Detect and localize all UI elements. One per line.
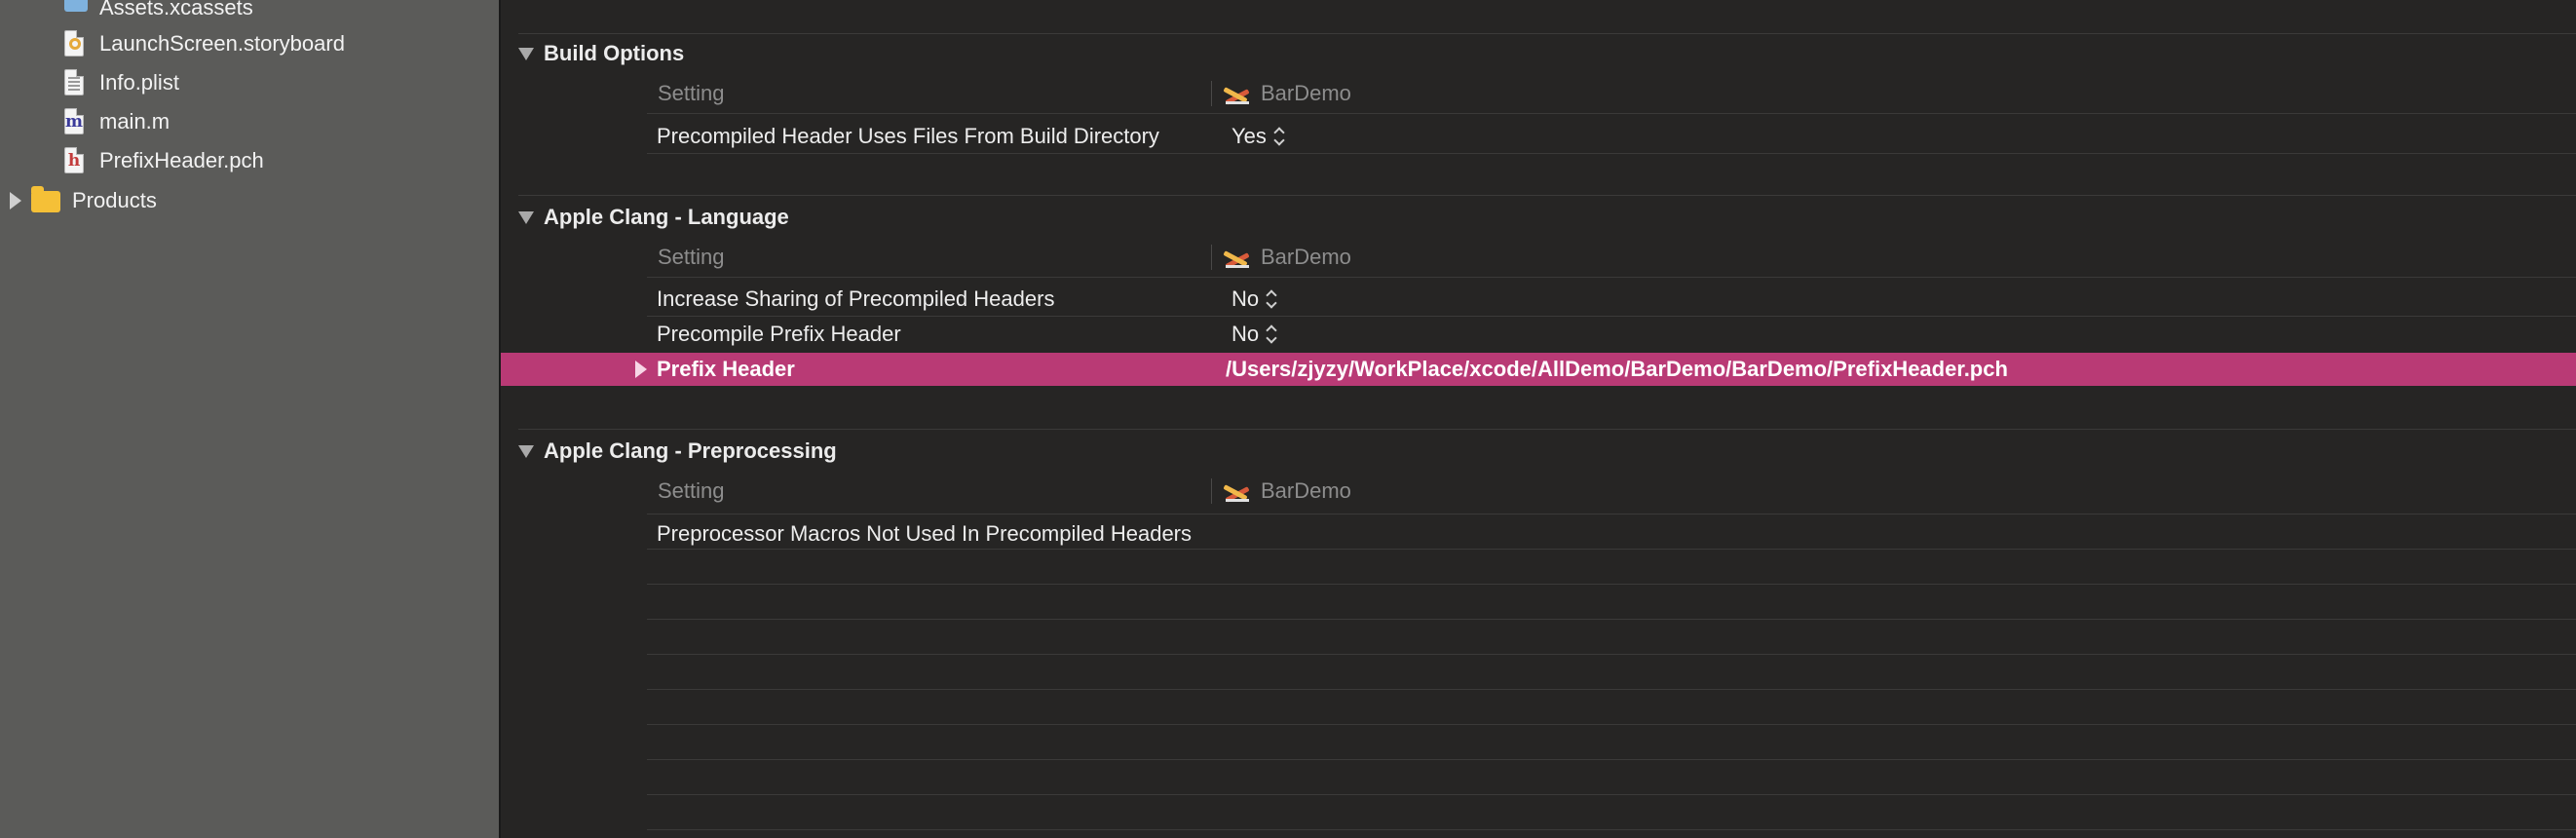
nav-item-assets[interactable]: Assets.xcassets — [62, 0, 253, 25]
setting-column-header[interactable]: Setting — [658, 476, 725, 506]
column-separator — [1211, 245, 1212, 270]
divider — [647, 619, 2576, 620]
nav-item-prefixheader[interactable]: h PrefixHeader.pch — [62, 143, 264, 178]
setting-label[interactable]: Precompiled Header Uses Files From Build… — [657, 120, 1159, 153]
divider — [647, 153, 2576, 154]
disclosure-triangle-icon[interactable] — [10, 192, 21, 210]
objc-m-file-icon: m — [62, 108, 86, 135]
setting-value[interactable]: /Users/zjyzy/WorkPlace/xcode/AllDemo/Bar… — [1226, 353, 2008, 386]
divider — [647, 277, 2576, 278]
divider — [647, 113, 2576, 114]
nav-item-products[interactable]: Products — [10, 183, 157, 218]
storyboard-file-icon — [62, 30, 86, 57]
section-title: Apple Clang - Preprocessing — [544, 438, 837, 463]
nav-item-info-plist[interactable]: Info.plist — [62, 65, 179, 100]
target-column-header[interactable]: BarDemo — [1222, 79, 1351, 108]
divider — [518, 195, 2576, 196]
app-target-icon — [1222, 478, 1251, 504]
divider — [647, 316, 2576, 317]
header-file-icon: h — [62, 147, 86, 174]
app-target-icon — [1222, 81, 1251, 106]
disclosure-triangle-icon[interactable] — [518, 210, 534, 224]
nav-item-main-m[interactable]: m main.m — [62, 104, 170, 139]
setting-column-header[interactable]: Setting — [658, 243, 725, 272]
nav-item-label: Info.plist — [99, 70, 179, 95]
setting-column-header[interactable]: Setting — [658, 79, 725, 108]
setting-label[interactable]: Precompile Prefix Header — [657, 318, 901, 351]
disclosure-triangle-icon[interactable] — [518, 444, 534, 458]
nav-item-launchscreen[interactable]: LaunchScreen.storyboard — [62, 26, 345, 61]
divider — [518, 429, 2576, 430]
setting-row-prefix-header-selected[interactable]: Prefix Header /Users/zjyzy/WorkPlace/xco… — [501, 353, 2576, 386]
disclosure-triangle-icon[interactable] — [518, 47, 534, 60]
build-settings-editor: Build Options Setting BarDemo Precompile… — [501, 0, 2576, 838]
popup-stepper-icon — [1267, 289, 1278, 309]
popup-stepper-icon — [1274, 127, 1286, 146]
target-column-header[interactable]: BarDemo — [1222, 476, 1351, 506]
divider — [647, 724, 2576, 725]
divider — [647, 584, 2576, 585]
project-navigator: Assets.xcassets LaunchScreen.storyboard … — [0, 0, 499, 838]
setting-label[interactable]: Increase Sharing of Precompiled Headers — [657, 283, 1054, 316]
disclosure-triangle-icon[interactable] — [635, 361, 647, 378]
divider — [647, 549, 2576, 550]
app-target-icon — [1222, 245, 1251, 270]
section-title: Build Options — [544, 41, 685, 65]
divider — [518, 33, 2576, 34]
setting-label[interactable]: Preprocessor Macros Not Used In Precompi… — [657, 517, 1192, 551]
setting-label[interactable]: Prefix Header — [657, 353, 795, 386]
column-separator — [1211, 81, 1212, 106]
divider — [647, 829, 2576, 830]
nav-item-label: PrefixHeader.pch — [99, 148, 264, 172]
popup-stepper-icon — [1267, 324, 1278, 344]
target-column-header[interactable]: BarDemo — [1222, 243, 1351, 272]
nav-item-label: Assets.xcassets — [99, 0, 253, 19]
setting-value-popup[interactable]: Yes — [1231, 120, 1286, 153]
setting-value-popup[interactable]: No — [1231, 318, 1278, 351]
divider — [647, 654, 2576, 655]
nav-item-label: main.m — [99, 109, 170, 133]
folder-icon — [31, 186, 64, 214]
nav-item-label: Products — [72, 188, 157, 212]
section-apple-clang-preprocessing[interactable]: Apple Clang - Preprocessing — [518, 437, 837, 466]
section-build-options[interactable]: Build Options — [518, 39, 684, 68]
section-apple-clang-language[interactable]: Apple Clang - Language — [518, 203, 789, 232]
plist-file-icon — [62, 69, 86, 96]
divider — [647, 759, 2576, 760]
asset-catalog-icon — [62, 0, 88, 21]
divider — [647, 689, 2576, 690]
nav-item-label: LaunchScreen.storyboard — [99, 31, 345, 56]
section-title: Apple Clang - Language — [544, 205, 789, 229]
setting-value-popup[interactable]: No — [1231, 283, 1278, 316]
column-separator — [1211, 478, 1212, 504]
divider — [647, 794, 2576, 795]
